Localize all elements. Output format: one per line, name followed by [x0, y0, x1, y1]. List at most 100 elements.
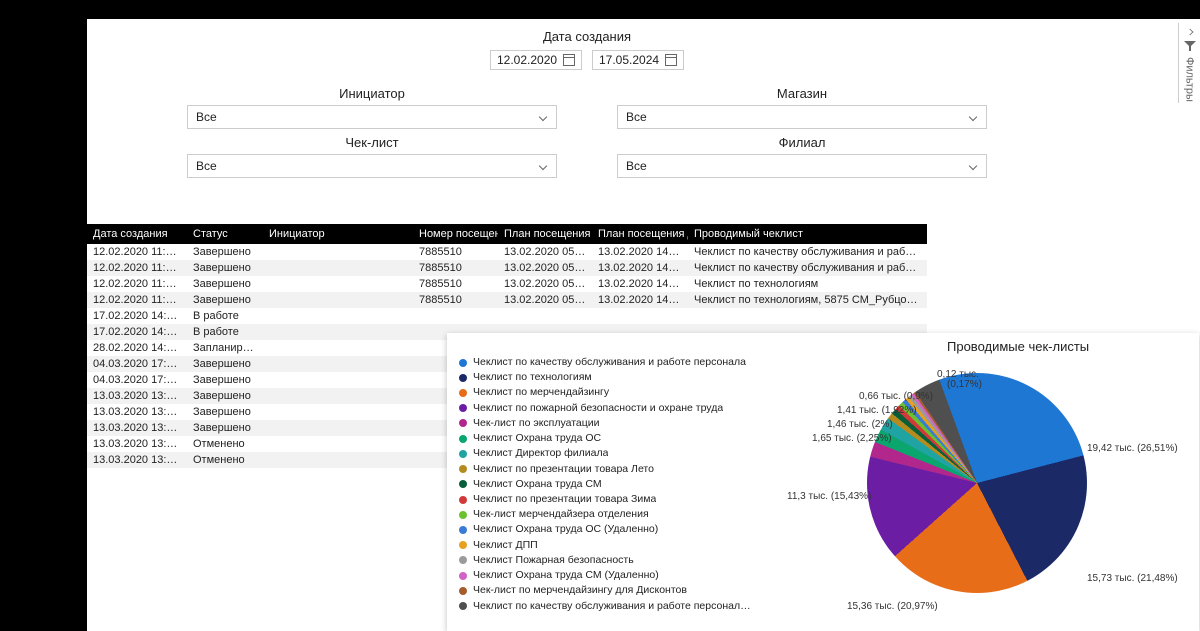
cell-status: Завершено [187, 292, 263, 308]
cell-initiator [263, 340, 413, 356]
legend-item[interactable]: Чеклист Охрана труда ОС [459, 431, 789, 446]
col-status[interactable]: Статус [187, 224, 263, 244]
cell-visit: 7885510 [413, 276, 498, 292]
cell-created: 13.03.2020 13:37:42 [87, 388, 187, 404]
legend-item[interactable]: Чеклист по презентации товара Зима [459, 492, 789, 507]
cell-to: 13.02.2020 14:00 [592, 276, 688, 292]
cell-status: Завершено [187, 260, 263, 276]
pie-slice-label: 15,73 тыс. (21,48%) [1087, 573, 1178, 584]
cell-check: Чеклист по качеству обслуживания и работ… [688, 244, 927, 260]
branch-select[interactable]: Все [617, 154, 987, 178]
table-row[interactable]: 17.02.2020 14:17:59В работе [87, 308, 927, 324]
cell-created: 13.03.2020 13:37:42 [87, 420, 187, 436]
cell-from [498, 308, 592, 324]
cell-status: В работе [187, 308, 263, 324]
pie-slice-label: 1,41 тыс. (1,92%) [837, 405, 917, 416]
cell-created: 12.02.2020 11:40:27 [87, 276, 187, 292]
cell-status: Завершено [187, 388, 263, 404]
checklist-select[interactable]: Все [187, 154, 557, 178]
cell-initiator [263, 388, 413, 404]
initiator-select[interactable]: Все [187, 105, 557, 129]
legend-item[interactable]: Чеклист Директор филиала [459, 446, 789, 461]
legend-label: Чек-лист по мерчендайзингу для Дисконтов [473, 583, 687, 598]
table-header-row: Дата создания Статус Инициатор Номер пос… [87, 224, 927, 244]
cell-to: 13.02.2020 14:00 [592, 292, 688, 308]
store-select[interactable]: Все [617, 105, 987, 129]
calendar-icon [665, 54, 677, 66]
table-row[interactable]: 12.02.2020 11:40:27Завершено788551013.02… [87, 244, 927, 260]
legend-item[interactable]: Чеклист по презентации товара Лето [459, 462, 789, 477]
col-checklist[interactable]: Проводимый чеклист [688, 224, 927, 244]
legend-item[interactable]: Чеклист Охрана труда СМ [459, 477, 789, 492]
legend-swatch [459, 404, 467, 412]
filters-sidebar-tab[interactable]: Фильтры [1178, 23, 1200, 103]
cell-created: 12.02.2020 11:40:27 [87, 244, 187, 260]
cell-created: 13.03.2020 13:40:59 [87, 436, 187, 452]
legend-item[interactable]: Чеклист Охрана труда СМ (Удаленно) [459, 568, 789, 583]
col-initiator[interactable]: Инициатор [263, 224, 413, 244]
legend-item[interactable]: Чеклист по технологиям [459, 370, 789, 385]
legend-item[interactable]: Чеклист по пожарной безопасности и охран… [459, 401, 789, 416]
table-row[interactable]: 12.02.2020 11:40:27Завершено788551013.02… [87, 292, 927, 308]
legend-label: Чеклист по мерчендайзингу [473, 385, 609, 400]
legend-item[interactable]: Чеклист Пожарная безопасность [459, 553, 789, 568]
col-created[interactable]: Дата создания [87, 224, 187, 244]
legend-swatch [459, 587, 467, 595]
cell-initiator [263, 292, 413, 308]
legend-swatch [459, 572, 467, 580]
legend-label: Чеклист Директор филиала [473, 446, 608, 461]
cell-created: 12.02.2020 11:40:27 [87, 292, 187, 308]
cell-initiator [263, 308, 413, 324]
table-row[interactable]: 12.02.2020 11:40:27Завершено788551013.02… [87, 260, 927, 276]
cell-created: 04.03.2020 17:28:35 [87, 372, 187, 388]
legend-label: Чеклист по презентации товара Лето [473, 462, 654, 477]
table-row[interactable]: 12.02.2020 11:40:27Завершено788551013.02… [87, 276, 927, 292]
pie-slice-label: 19,42 тыс. (26,51%) [1087, 443, 1178, 454]
legend-swatch [459, 419, 467, 427]
legend-item[interactable]: Чек-лист по эксплуатации [459, 416, 789, 431]
legend-label: Чеклист Пожарная безопасность [473, 553, 634, 568]
col-visit-no[interactable]: Номер посещения [413, 224, 498, 244]
legend-label: Чеклист по технологиям [473, 370, 592, 385]
legend-item[interactable]: Чек-лист по мерчендайзингу для Дисконтов [459, 583, 789, 598]
cell-to [592, 308, 688, 324]
cell-check [688, 308, 927, 324]
branch-label: Филиал [617, 135, 987, 150]
cell-from: 13.02.2020 05:00 [498, 244, 592, 260]
legend-item[interactable]: Чеклист по качеству обслуживания и работ… [459, 599, 789, 614]
cell-initiator [263, 276, 413, 292]
cell-created: 04.03.2020 17:28:35 [87, 356, 187, 372]
chart-panel: Проводимые чек-листы Чеклист по качеству… [447, 333, 1199, 631]
cell-check: Чеклист по технологиям [688, 276, 927, 292]
legend-label: Чеклист по пожарной безопасности и охран… [473, 401, 723, 416]
legend-item[interactable]: Чеклист по качеству обслуживания и работ… [459, 355, 789, 370]
legend-item[interactable]: Чек-лист мерчендайзера отделения [459, 507, 789, 522]
cell-status: Завершено [187, 372, 263, 388]
legend-label: Чек-лист по эксплуатации [473, 416, 600, 431]
filters-sidebar-label: Фильтры [1184, 57, 1196, 102]
cell-check: Чеклист по качеству обслуживания и работ… [688, 260, 927, 276]
pie-slice-label: (0,17%) [947, 379, 982, 390]
cell-check: Чеклист по технологиям, 5875 СМ_Рубцовск… [688, 292, 927, 308]
cell-created: 17.02.2020 14:17:59 [87, 308, 187, 324]
initiator-value: Все [196, 110, 217, 124]
chevron-right-icon [1187, 28, 1192, 36]
date-from-input[interactable]: 12.02.2020 [490, 50, 582, 70]
legend-item[interactable]: Чеклист Охрана труда ОС (Удаленно) [459, 522, 789, 537]
col-plan-to[interactable]: План посещения до [592, 224, 688, 244]
cell-created: 17.02.2020 14:17:59 [87, 324, 187, 340]
legend-swatch [459, 465, 467, 473]
cell-visit: 7885510 [413, 260, 498, 276]
col-plan-from[interactable]: План посещения с [498, 224, 592, 244]
cell-status: Отменено [187, 452, 263, 468]
cell-visit [413, 308, 498, 324]
legend-swatch [459, 526, 467, 534]
cell-initiator [263, 452, 413, 468]
legend-item[interactable]: Чеклист по мерчендайзингу [459, 385, 789, 400]
legend-label: Чеклист по качеству обслуживания и работ… [473, 355, 746, 370]
legend-item[interactable]: Чеклист ДПП [459, 538, 789, 553]
legend-swatch [459, 374, 467, 382]
legend-swatch [459, 435, 467, 443]
date-to-input[interactable]: 17.05.2024 [592, 50, 684, 70]
chevron-down-icon [538, 114, 548, 120]
